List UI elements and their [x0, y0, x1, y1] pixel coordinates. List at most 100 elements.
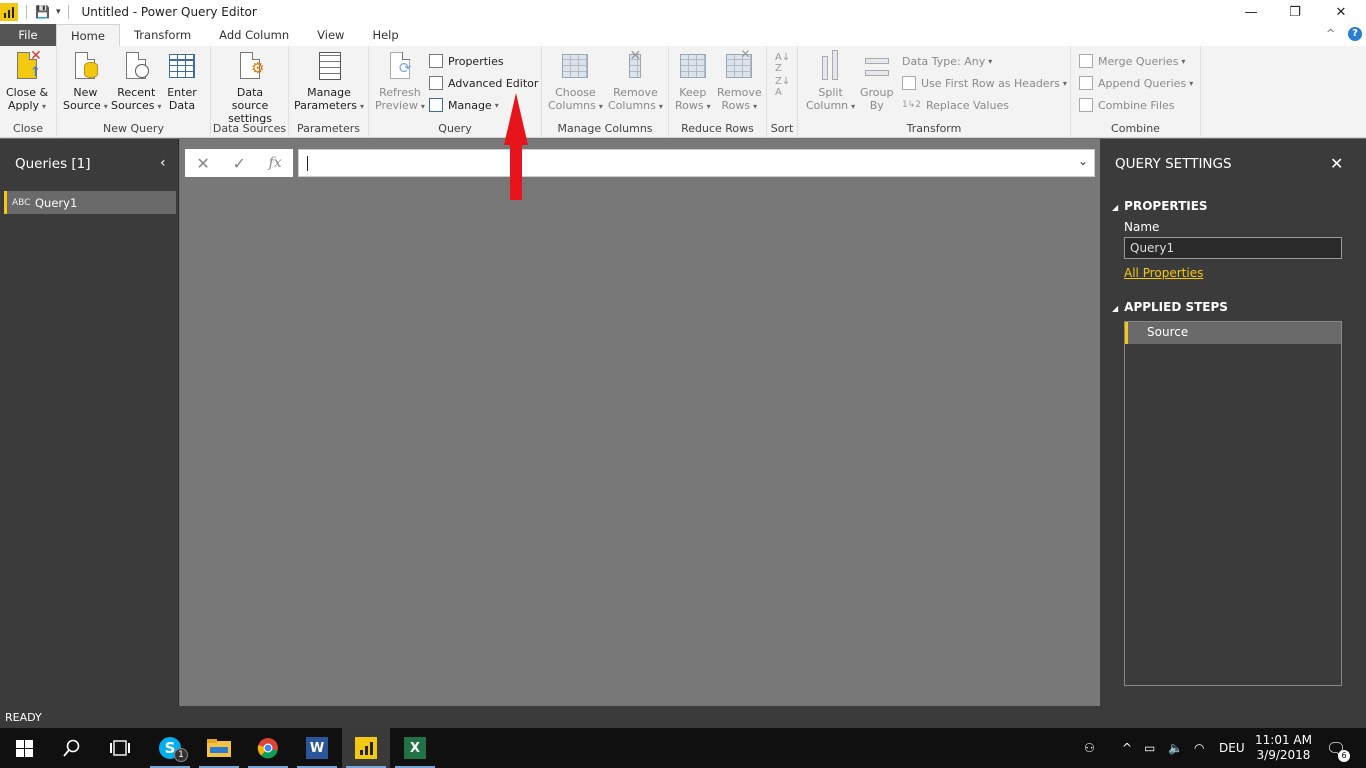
append-queries-button[interactable]: Append Queries ▾	[1079, 74, 1193, 92]
recent-sources-button[interactable]: Recent Sources ▾	[111, 50, 162, 113]
ribbon-tabs: File Home Transform Add Column View Help…	[0, 24, 1366, 46]
expand-triangle-icon: ◢	[1112, 203, 1119, 212]
tab-view[interactable]: View	[303, 24, 358, 46]
properties-section-header[interactable]: ◢ PROPERTIES	[1112, 199, 1208, 213]
use-first-row-as-headers-button[interactable]: Use First Row as Headers ▾	[902, 74, 1067, 92]
formula-bar-buttons: ✕ ✓ fx	[185, 149, 293, 177]
split-column-button[interactable]: Split Column ▾	[806, 50, 855, 113]
chrome-icon[interactable]	[244, 728, 292, 768]
taskbar: S 1 W X ⚇ ^ ▭ 🔈 ◠ DEU 11:01 AM 3/9/2018 …	[0, 728, 1366, 768]
sort-ascending-icon[interactable]: A↓ Z	[775, 52, 790, 74]
save-icon[interactable]: 💾	[35, 5, 50, 19]
group-label-reduce-rows: Reduce Rows	[681, 122, 754, 135]
group-close: ✕ ↑ Close & Apply ▾ Close	[0, 46, 57, 138]
fx-icon[interactable]: fx	[269, 155, 282, 171]
new-source-button[interactable]: New Source ▾	[63, 50, 108, 113]
split-column-icon	[816, 50, 846, 84]
excel-icon[interactable]: X	[391, 728, 439, 768]
network-icon[interactable]: ◠	[1194, 728, 1204, 768]
clock-time: 11:01 AM	[1255, 733, 1312, 747]
commit-formula-icon[interactable]: ✓	[232, 154, 245, 173]
name-label: Name	[1124, 220, 1160, 234]
properties-icon	[429, 54, 443, 68]
remove-rows-button[interactable]: ✕ Remove Rows ▾	[717, 48, 762, 113]
show-hidden-icons-icon[interactable]: ^	[1122, 728, 1132, 768]
text-type-icon: ABC	[12, 197, 31, 208]
group-combine: Merge Queries ▾ Append Queries ▾ Combine F…	[1071, 46, 1201, 138]
group-label-transform: Transform	[906, 122, 962, 135]
remove-rows-icon: ✕	[724, 48, 754, 84]
group-data-sources: ⚙ Data source settings Data Sources	[211, 46, 289, 138]
tab-add-column[interactable]: Add Column	[205, 24, 303, 46]
data-type-dropdown[interactable]: Data Type: Any ▾	[902, 52, 992, 70]
group-reduce-rows: Keep Rows ▾ ✕ Remove Rows ▾ Reduce Rows	[669, 46, 767, 138]
clock[interactable]: 11:01 AM 3/9/2018	[1255, 728, 1312, 768]
all-properties-link[interactable]: All Properties	[1124, 266, 1203, 280]
help-icon[interactable]: ?	[1348, 27, 1362, 41]
enter-data-icon	[167, 50, 197, 84]
windows-start-icon[interactable]	[0, 728, 48, 768]
battery-icon[interactable]: ▭	[1144, 728, 1155, 768]
skype-icon[interactable]: S 1	[146, 728, 194, 768]
queries-pane: Queries [1] ‹ ABC Query1	[0, 139, 179, 706]
group-parameters: Manage Parameters ▾ Parameters	[289, 46, 369, 138]
volume-icon[interactable]: 🔈	[1168, 728, 1183, 768]
query-name: Query1	[35, 195, 78, 210]
search-icon[interactable]	[48, 728, 96, 768]
close-window-button[interactable]: ✕	[1318, 0, 1364, 24]
applied-steps-section-header[interactable]: ◢ APPLIED STEPS	[1112, 300, 1228, 314]
data-source-settings-button[interactable]: ⚙ Data source settings	[217, 50, 283, 125]
merge-queries-button[interactable]: Merge Queries ▾	[1079, 52, 1185, 70]
combine-files-button[interactable]: Combine Files	[1079, 96, 1175, 114]
manage-icon	[429, 98, 443, 112]
replace-values-button[interactable]: 1↳2 Replace Values	[902, 96, 1009, 114]
close-settings-icon[interactable]: ✕	[1330, 154, 1343, 173]
query-item[interactable]: ABC Query1	[4, 191, 176, 214]
word-icon[interactable]: W	[293, 728, 341, 768]
tab-help[interactable]: Help	[358, 24, 412, 46]
minimize-button[interactable]: —	[1228, 0, 1274, 24]
keep-rows-button[interactable]: Keep Rows ▾	[675, 50, 711, 113]
power-bi-taskbar-icon[interactable]	[342, 728, 390, 768]
tab-home[interactable]: Home	[56, 24, 120, 46]
cancel-formula-icon[interactable]: ✕	[196, 154, 209, 173]
tab-transform[interactable]: Transform	[120, 24, 205, 46]
quick-access-dropdown-icon[interactable]: ▾	[56, 7, 61, 17]
close-apply-button[interactable]: ✕ ↑ Close & Apply ▾	[6, 49, 48, 113]
keep-rows-icon	[678, 50, 708, 84]
advanced-editor-button[interactable]: Advanced Editor	[429, 74, 538, 92]
group-label-manage-columns: Manage Columns	[557, 122, 653, 135]
notifications-icon[interactable]: 🗨 6	[1326, 728, 1350, 768]
combine-files-icon	[1079, 98, 1093, 112]
tab-file[interactable]: File	[0, 24, 56, 46]
power-bi-logo-icon	[0, 3, 18, 21]
group-label-parameters: Parameters	[297, 122, 360, 135]
task-view-icon[interactable]	[96, 728, 144, 768]
manage-parameters-button[interactable]: Manage Parameters ▾	[294, 50, 364, 113]
refresh-preview-button[interactable]: ⟳ Refresh Preview ▾	[375, 50, 425, 113]
group-by-button[interactable]: Group By	[860, 50, 894, 112]
remove-columns-button[interactable]: ✕ Remove Columns ▾	[608, 49, 663, 113]
group-sort: A↓ Z Z↓ A Sort	[767, 46, 798, 138]
applied-steps-list: Source	[1124, 321, 1342, 686]
applied-step[interactable]: Source	[1125, 322, 1341, 344]
collapse-ribbon-icon[interactable]: ^	[1326, 27, 1335, 40]
group-new-query: New Source ▾ Recent Sources ▾ Enter Data N…	[57, 46, 211, 138]
group-label-sort: Sort	[770, 122, 794, 135]
expand-formula-icon[interactable]: ⌄	[1078, 154, 1088, 168]
sort-descending-icon[interactable]: Z↓ A	[775, 76, 790, 98]
restore-button[interactable]: ❐	[1272, 0, 1318, 24]
properties-button[interactable]: Properties	[429, 52, 504, 70]
data-preview-area	[180, 139, 1100, 706]
choose-columns-button[interactable]: Choose Columns ▾	[548, 50, 603, 113]
notifications-badge: 6	[1338, 750, 1350, 762]
manage-button[interactable]: Manage ▾	[429, 96, 499, 114]
formula-input[interactable]: ⌄	[298, 149, 1095, 177]
people-icon[interactable]: ⚇	[1084, 728, 1095, 768]
enter-data-button[interactable]: Enter Data	[167, 50, 197, 112]
refresh-preview-icon: ⟳	[385, 50, 415, 84]
collapse-queries-icon[interactable]: ‹	[160, 155, 166, 171]
query-name-field[interactable]: Query1	[1124, 237, 1342, 259]
file-explorer-icon[interactable]	[195, 728, 243, 768]
input-language[interactable]: DEU	[1219, 728, 1245, 768]
